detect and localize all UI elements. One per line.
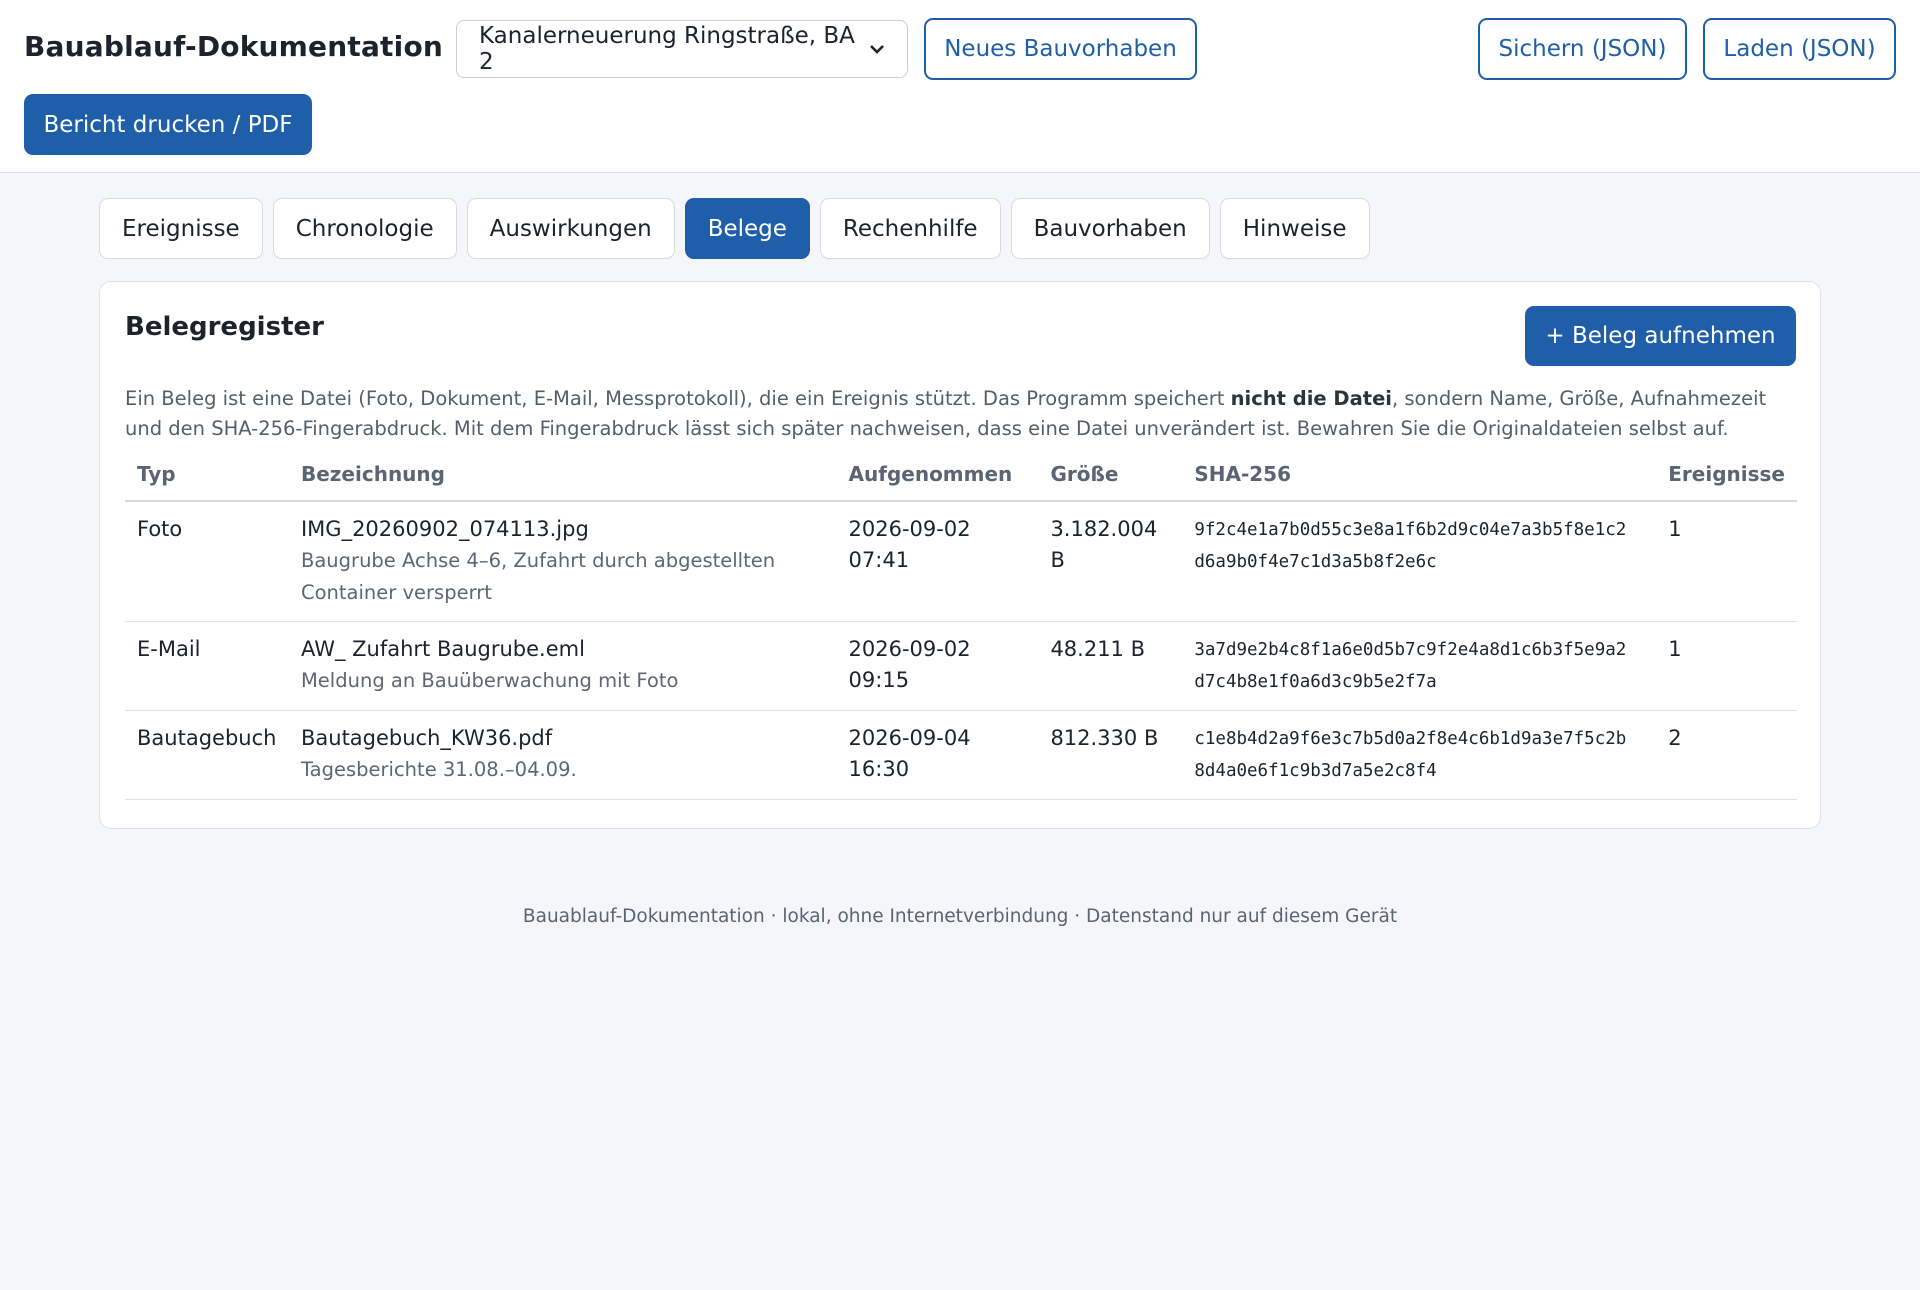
column-header-typ: Typ	[125, 462, 289, 502]
captured-time: 16:30	[848, 757, 910, 781]
cell-groesse: 3.182.004 B	[1038, 501, 1183, 622]
tab-ereignisse[interactable]: Ereignisse	[99, 198, 263, 259]
hash-part-2: d6a9b0f4e7c1d3a5b8f2e6c	[1194, 552, 1437, 572]
register-title: Belegregister	[125, 312, 324, 342]
captured-date: 2026-09-04	[848, 726, 971, 750]
file-size: 812.330 B	[1050, 726, 1159, 750]
cell-groesse: 48.211 B	[1038, 621, 1183, 711]
column-header-bezeichnung: Bezeichnung	[288, 462, 837, 502]
table-row[interactable]: Bautagebuch Bautagebuch_KW36.pdf Tagesbe…	[125, 710, 1797, 800]
hash-part-1: 9f2c4e1a7b0d55c3e8a1f6b2d9c04e7a3b5f8e1c…	[1194, 520, 1627, 540]
file-size: 48.211 B	[1050, 637, 1145, 661]
captured-date: 2026-09-02	[848, 517, 971, 541]
file-size-unit: B	[1050, 548, 1065, 572]
table-row[interactable]: Foto IMG_20260902_074113.jpg Baugrube Ac…	[125, 501, 1797, 622]
captured-time: 07:41	[848, 548, 910, 572]
cell-bezeichnung: AW_ Zufahrt Baugrube.eml Meldung an Bauü…	[288, 621, 837, 711]
top-bar: Bauablauf-Dokumentation Kanalerneuerung …	[0, 0, 1920, 173]
file-name: AW_ Zufahrt Baugrube.eml	[300, 637, 585, 661]
footer-note: Bauablauf-Dokumentation · lokal, ohne In…	[522, 906, 1398, 927]
table-header-row: Typ Bezeichnung Aufgenommen Größe SHA-25…	[125, 462, 1797, 502]
new-project-button[interactable]: Neues Bauvorhaben	[924, 18, 1197, 80]
save-json-button[interactable]: Sichern (JSON)	[1478, 18, 1687, 80]
column-header-groesse: Größe	[1038, 462, 1183, 502]
project-select-value: Kanalerneuerung Ringstraße, BA 2	[479, 23, 855, 75]
tab-auswirkungen[interactable]: Auswirkungen	[466, 198, 675, 259]
hash-part-2: 8d4a0e6f1c9b3d7a5e2c8f4	[1194, 761, 1437, 781]
tab-belege[interactable]: Belege	[684, 198, 810, 259]
print-report-button[interactable]: Bericht drucken / PDF	[24, 94, 312, 155]
file-description: Meldung an Bauüberwachung mit Foto	[300, 669, 679, 692]
tab-hinweise[interactable]: Hinweise	[1219, 198, 1370, 259]
cell-aufgenommen: 2026-09-02 07:41	[836, 501, 1039, 622]
captured-date: 2026-09-02	[848, 637, 971, 661]
register-intro: Ein Beleg ist eine Datei (Foto, Dokument…	[125, 387, 1767, 440]
app-title: Bauablauf-Dokumentation	[24, 30, 444, 63]
cell-typ: Foto	[125, 501, 289, 622]
cell-sha256: c1e8b4d2a9f6e3c7b5d0a2f8e4c6b1d9a3e7f5c2…	[1182, 710, 1657, 800]
file-name: Bautagebuch_KW36.pdf	[300, 726, 553, 750]
file-name: IMG_20260902_074113.jpg	[300, 517, 589, 541]
cell-ereignisse: 1	[1656, 501, 1797, 622]
cell-ereignisse: 1	[1656, 621, 1797, 711]
cell-aufgenommen: 2026-09-02 09:15	[836, 621, 1039, 711]
table-row[interactable]: E-Mail AW_ Zufahrt Baugrube.eml Meldung …	[125, 621, 1797, 711]
hash-part-1: c1e8b4d2a9f6e3c7b5d0a2f8e4c6b1d9a3e7f5c2…	[1194, 729, 1627, 749]
evidence-register-card: Belegregister + Beleg aufnehmen Ein Bele…	[99, 281, 1821, 829]
captured-time: 09:15	[848, 668, 910, 692]
file-description: Baugrube Achse 4–6, Zufahrt durch abgest…	[300, 549, 776, 572]
tab-rechenhilfe[interactable]: Rechenhilfe	[819, 198, 1001, 259]
cell-bezeichnung: Bautagebuch_KW36.pdf Tagesberichte 31.08…	[288, 710, 837, 800]
chevron-down-icon	[869, 39, 885, 60]
cell-typ: Bautagebuch	[125, 710, 289, 800]
tab-bar: Ereignisse Chronologie Auswirkungen Bele…	[99, 198, 1370, 259]
file-description: Tagesberichte 31.08.–04.09.	[300, 758, 577, 781]
evidence-table: Typ Bezeichnung Aufgenommen Größe SHA-25…	[125, 462, 1797, 800]
file-description-cont: Container versperrt	[300, 581, 492, 604]
cell-ereignisse: 2	[1656, 710, 1797, 800]
cell-bezeichnung: IMG_20260902_074113.jpg Baugrube Achse 4…	[288, 501, 837, 622]
load-json-button[interactable]: Laden (JSON)	[1703, 18, 1896, 80]
cell-groesse: 812.330 B	[1038, 710, 1183, 800]
column-header-aufgenommen: Aufgenommen	[836, 462, 1039, 502]
file-size: 3.182.004	[1050, 517, 1158, 541]
column-header-sha256: SHA-256	[1182, 462, 1657, 502]
tab-bauvorhaben[interactable]: Bauvorhaben	[1010, 198, 1210, 259]
cell-typ: E-Mail	[125, 621, 289, 711]
add-evidence-button[interactable]: + Beleg aufnehmen	[1525, 306, 1796, 366]
tab-chronologie[interactable]: Chronologie	[272, 198, 457, 259]
hash-part-1: 3a7d9e2b4c8f1a6e0d5b7c9f2e4a8d1c6b3f5e9a…	[1194, 640, 1627, 660]
cell-sha256: 3a7d9e2b4c8f1a6e0d5b7c9f2e4a8d1c6b3f5e9a…	[1182, 621, 1657, 711]
cell-aufgenommen: 2026-09-04 16:30	[836, 710, 1039, 800]
cell-sha256: 9f2c4e1a7b0d55c3e8a1f6b2d9c04e7a3b5f8e1c…	[1182, 501, 1657, 622]
column-header-ereignisse: Ereignisse	[1656, 462, 1797, 502]
hash-part-2: d7c4b8e1f0a6d3c9b5e2f7a	[1194, 672, 1437, 692]
project-select[interactable]: Kanalerneuerung Ringstraße, BA 2	[456, 20, 908, 78]
